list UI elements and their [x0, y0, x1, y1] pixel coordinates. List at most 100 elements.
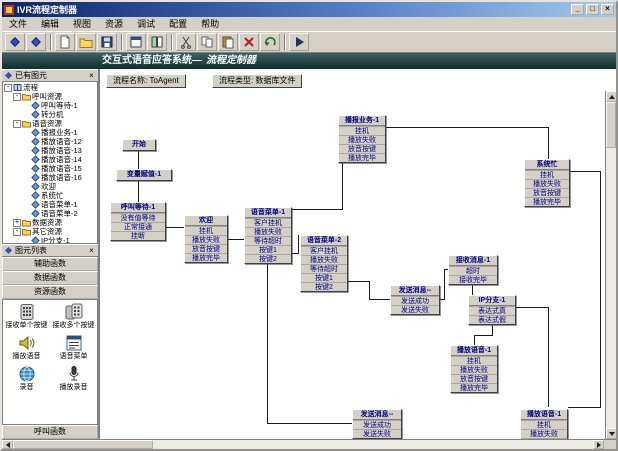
category-aux-functions-button[interactable]: 辅助函数: [2, 257, 98, 271]
copy-button[interactable]: [197, 33, 217, 51]
node-port[interactable]: 表达式假: [469, 315, 515, 324]
node-port[interactable]: 发送成功: [353, 420, 401, 429]
node-port[interactable]: 放音按键: [339, 144, 385, 153]
flow-node-system-busy[interactable]: 系统忙挂机播放失败放音按键播放完毕: [524, 159, 570, 207]
scroll-left-button[interactable]: [2, 440, 13, 449]
menu-debug[interactable]: 调试: [130, 17, 162, 31]
minimize-button[interactable]: _: [571, 4, 584, 15]
node-port[interactable]: 播放失败: [301, 255, 347, 264]
scroll-right-button[interactable]: [593, 440, 604, 449]
paste-button[interactable]: [218, 33, 238, 51]
flow-node-voice-menu-2[interactable]: 语音菜单-2客户挂机播放失败等待超时按键1按键2: [300, 235, 348, 292]
node-port[interactable]: 没有值等待: [111, 213, 165, 222]
tree-expander-icon[interactable]: +: [13, 219, 21, 227]
flow-node-send-msg-2[interactable]: 发送消息--发送成功发送失败: [352, 409, 402, 439]
node-port[interactable]: 放音按键: [521, 438, 567, 439]
flow-node-welcome[interactable]: 欢迎挂机播放失败放音按键播放完毕: [184, 215, 228, 263]
node-port[interactable]: 发送失败: [353, 429, 401, 438]
run-button[interactable]: [289, 33, 309, 51]
flow-node-play-voice-1[interactable]: 播放语音-1挂机播放失败放音按键播放完毕: [450, 345, 498, 393]
node-port[interactable]: 按键1: [301, 273, 347, 282]
flow-node-play-voice-1b[interactable]: 播放语音-1挂机播放失败放音按键播放完毕: [520, 409, 568, 439]
flow-canvas[interactable]: 流程名称: ToAgent 流程类型: 数据库文件 开始变量赋值-1呼叫等待-1…: [99, 69, 616, 439]
palette-panel-close-icon[interactable]: ×: [87, 246, 96, 255]
vertical-scroll-thumb[interactable]: [606, 102, 616, 148]
node-port[interactable]: 播放失败: [339, 135, 385, 144]
node-port[interactable]: 挂机: [185, 226, 227, 235]
new-button[interactable]: [55, 33, 75, 51]
node-port[interactable]: 等待超时: [301, 264, 347, 273]
tree-expander-icon[interactable]: -: [13, 120, 21, 128]
node-port[interactable]: 挂机: [451, 356, 497, 365]
scroll-up-button[interactable]: [606, 91, 616, 102]
palette-item-voice-menu[interactable]: 语音菜单: [50, 334, 97, 361]
category-resource-functions-button[interactable]: 资源函数: [2, 285, 98, 299]
flow-node-voice-menu-1[interactable]: 语音菜单-1客户挂机播放失败等待超时按键1按键2: [244, 207, 292, 264]
node-port[interactable]: 正常接通: [111, 222, 165, 231]
node-port[interactable]: 等待超时: [245, 236, 291, 245]
horizontal-scrollbar[interactable]: [2, 439, 616, 449]
node-port[interactable]: 超时: [449, 266, 497, 275]
node-port[interactable]: 放音按键: [525, 188, 569, 197]
palette-item-receive-multi-key[interactable]: 接收多个按键: [50, 303, 97, 330]
menu-edit[interactable]: 编辑: [34, 17, 66, 31]
maximize-button[interactable]: □: [586, 4, 599, 15]
node-port[interactable]: 按键2: [245, 254, 291, 263]
view-window-1-button[interactable]: [126, 33, 146, 51]
nav-forward-button[interactable]: [26, 33, 46, 51]
flow-node-send-msg-1[interactable]: 发送消息--发送成功发送失败: [390, 285, 440, 315]
cut-button[interactable]: [176, 33, 196, 51]
node-port[interactable]: 发送失败: [391, 305, 439, 314]
canvas-vertical-scrollbar[interactable]: [605, 91, 616, 439]
node-port[interactable]: 播放失败: [525, 179, 569, 188]
flow-node-assign-1[interactable]: 变量赋值-1: [116, 169, 172, 181]
node-port[interactable]: 播放失败: [185, 235, 227, 244]
menu-help[interactable]: 帮助: [194, 17, 226, 31]
menu-view[interactable]: 视图: [66, 17, 98, 31]
view-window-2-button[interactable]: [147, 33, 167, 51]
flow-node-recv-msg-1[interactable]: 接收消息-1超时接收完毕: [448, 255, 498, 285]
flow-node-call-wait-1[interactable]: 呼叫等待-1没有值等待正常接通挂断: [110, 202, 166, 241]
node-port[interactable]: 放音按键: [451, 374, 497, 383]
close-button[interactable]: ×: [601, 4, 614, 15]
palette-item-record[interactable]: 录音: [3, 365, 50, 392]
category-data-functions-button[interactable]: 数据函数: [2, 271, 98, 285]
flow-node-ip-branch-1[interactable]: IP分支-1表达式真表达式假: [468, 295, 516, 325]
node-port[interactable]: 播放完毕: [339, 153, 385, 162]
node-port[interactable]: 挂机: [525, 170, 569, 179]
vertical-scroll-track[interactable]: [606, 148, 616, 428]
node-port[interactable]: 播放失败: [451, 365, 497, 374]
category-call-functions-button[interactable]: 呼叫函数: [2, 425, 98, 439]
node-port[interactable]: 发送成功: [391, 296, 439, 305]
horizontal-scroll-thumb[interactable]: [13, 440, 153, 449]
node-port[interactable]: 按键2: [301, 282, 347, 291]
node-port[interactable]: 播放完毕: [525, 197, 569, 206]
horizontal-scroll-track[interactable]: [153, 440, 593, 449]
node-port[interactable]: 挂机: [521, 420, 567, 429]
tree-expander-icon[interactable]: -: [13, 93, 21, 101]
menu-resource[interactable]: 资源: [98, 17, 130, 31]
node-port[interactable]: 客户挂机: [301, 246, 347, 255]
undo-button[interactable]: [260, 33, 280, 51]
nav-back-button[interactable]: [5, 33, 25, 51]
node-port[interactable]: 放音按键: [185, 244, 227, 253]
open-button[interactable]: [76, 33, 96, 51]
menu-file[interactable]: 文件: [2, 17, 34, 31]
flow-node-broadcast-1[interactable]: 播报业务-1挂机播放失败放音按键播放完毕: [338, 115, 386, 163]
node-port[interactable]: 按键1: [245, 245, 291, 254]
menu-config[interactable]: 配置: [162, 17, 194, 31]
tree-item[interactable]: IP分支-1: [3, 236, 97, 244]
node-port[interactable]: 接收完毕: [449, 275, 497, 284]
existing-panel-close-icon[interactable]: ×: [87, 71, 96, 80]
node-port[interactable]: 表达式真: [469, 306, 515, 315]
node-port[interactable]: 播放失败: [521, 429, 567, 438]
node-port[interactable]: 挂断: [111, 231, 165, 240]
palette-item-receive-single-key[interactable]: 接收单个按键: [3, 303, 50, 330]
node-port[interactable]: 播放完毕: [185, 253, 227, 262]
tree-expander-icon[interactable]: -: [13, 228, 21, 236]
node-port[interactable]: 挂机: [339, 126, 385, 135]
palette-item-play-voice[interactable]: 播放语音: [3, 334, 50, 361]
delete-button[interactable]: [239, 33, 259, 51]
node-port[interactable]: 客户挂机: [245, 218, 291, 227]
tree-expander-icon[interactable]: -: [4, 84, 12, 92]
